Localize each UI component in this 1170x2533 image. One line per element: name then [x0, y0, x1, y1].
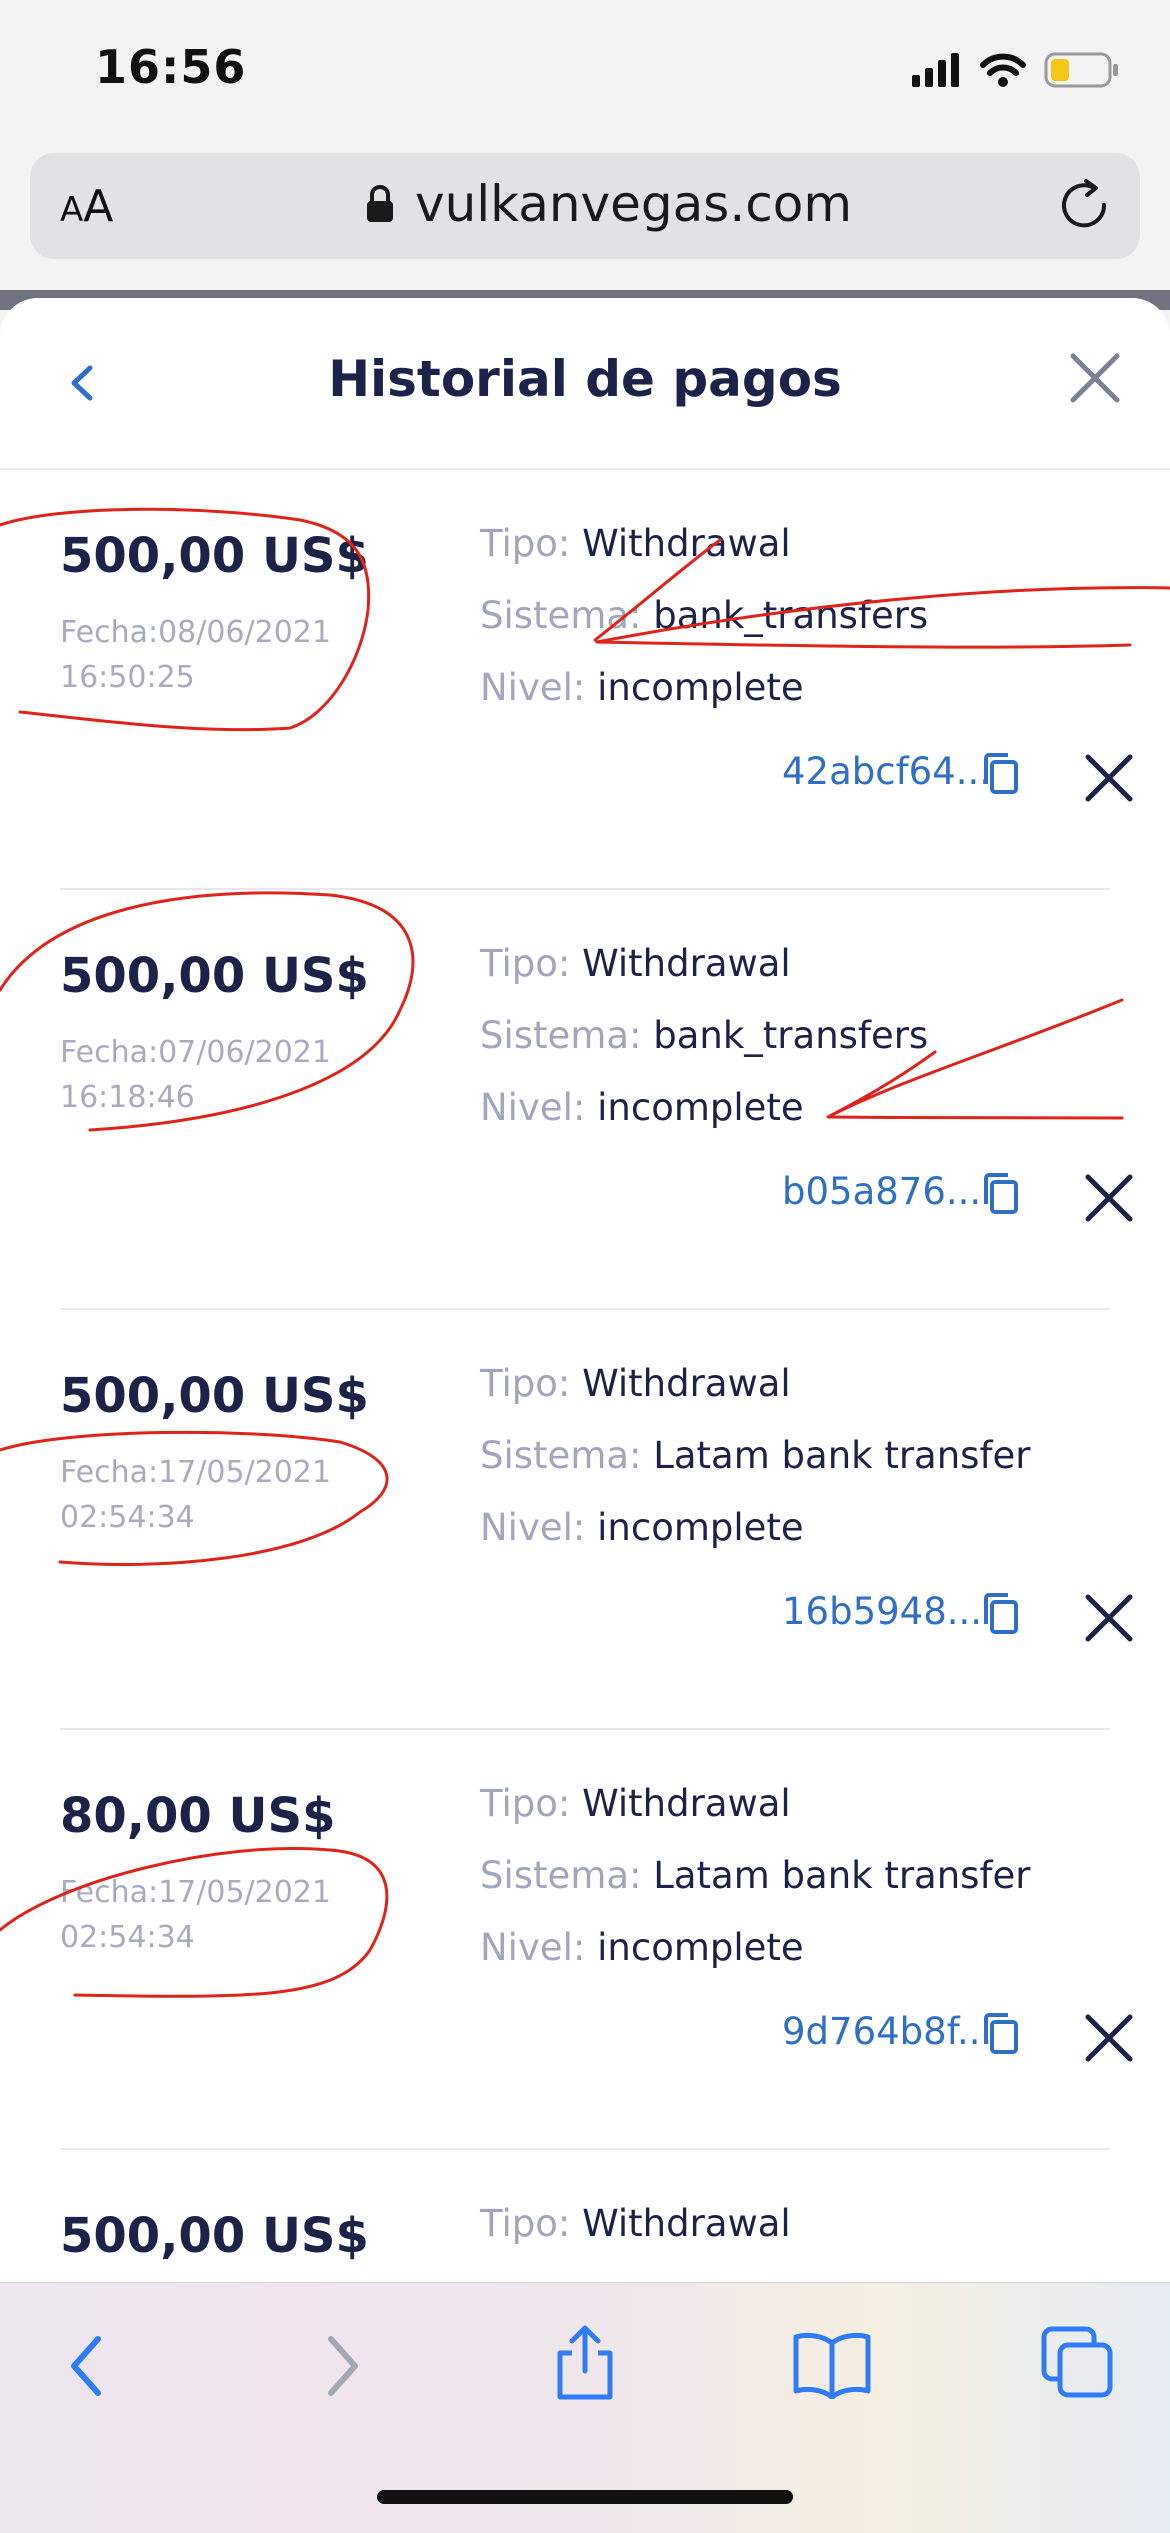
- text-size-button[interactable]: AA: [60, 181, 113, 232]
- type-label: Tipo:: [480, 942, 571, 985]
- payment-amount: 500,00 US$: [60, 1368, 369, 1424]
- system-label: Sistema:: [480, 1434, 642, 1477]
- level-label: Nivel:: [480, 666, 586, 709]
- home-indicator: [377, 2490, 793, 2504]
- system-value: Latam bank transfer: [653, 1854, 1031, 1897]
- url-text: vulkanvegas.com: [415, 175, 853, 233]
- status-icons: [912, 52, 1120, 88]
- payment-date: Fecha:08/06/2021 16:50:25: [60, 610, 360, 700]
- type-row: Tipo: Withdrawal: [480, 2202, 791, 2245]
- level-value: incomplete: [597, 1926, 804, 1969]
- page-title: Historial de pagos: [328, 350, 842, 408]
- share-icon[interactable]: [550, 2323, 620, 2403]
- payment-date: Fecha:17/05/2021 02:54:34: [60, 1450, 360, 1540]
- payment-amount: 500,00 US$: [60, 2208, 369, 2264]
- address-bar[interactable]: AA vulkanvegas.com: [30, 153, 1140, 259]
- system-row: Sistema: bank_transfers: [480, 1014, 928, 1057]
- system-value: bank_transfers: [653, 594, 929, 637]
- payment-item: 500,00 US$ Fecha:17/05/2021 02:54:34 Tipo…: [0, 1310, 1170, 1730]
- system-label: Sistema:: [480, 1854, 642, 1897]
- system-row: Sistema: Latam bank transfer: [480, 1854, 1030, 1897]
- type-value: Withdrawal: [582, 522, 791, 565]
- sheet-header: Historial de pagos: [0, 298, 1170, 470]
- cancel-x-icon[interactable]: [1083, 1172, 1135, 1224]
- type-label: Tipo:: [480, 522, 571, 565]
- system-label: Sistema:: [480, 594, 642, 637]
- type-label: Tipo:: [480, 1782, 571, 1825]
- type-row: Tipo: Withdrawal: [480, 1782, 791, 1825]
- back-arrow-icon[interactable]: [62, 2331, 114, 2401]
- reload-icon[interactable]: [1056, 177, 1112, 233]
- system-label: Sistema:: [480, 1014, 642, 1057]
- copy-icon[interactable]: [980, 1592, 1020, 1636]
- level-value: incomplete: [597, 1086, 804, 1129]
- url-display[interactable]: vulkanvegas.com: [365, 175, 852, 233]
- payment-date: Fecha:07/06/2021 16:18:46: [60, 1030, 360, 1120]
- text-size-large-label: A: [83, 181, 114, 232]
- transaction-id[interactable]: b05a876...: [782, 1170, 981, 1213]
- status-time: 16:56: [95, 40, 247, 94]
- system-value: Latam bank transfer: [653, 1434, 1031, 1477]
- level-row: Nivel: incomplete: [480, 666, 804, 709]
- type-row: Tipo: Withdrawal: [480, 522, 791, 565]
- level-label: Nivel:: [480, 1086, 586, 1129]
- system-row: Sistema: Latam bank transfer: [480, 1434, 1030, 1477]
- payment-item: 500,00 US$ Fecha:08/06/2021 16:50:25 Tipo…: [0, 470, 1170, 890]
- copy-icon[interactable]: [980, 2012, 1020, 2056]
- transaction-id[interactable]: 16b5948...: [782, 1590, 982, 1633]
- payment-amount: 80,00 US$: [60, 1788, 336, 1844]
- payment-time-text: 16:50:25: [60, 660, 195, 695]
- type-label: Tipo:: [480, 1362, 571, 1405]
- copy-icon[interactable]: [980, 752, 1020, 796]
- text-size-small-label: A: [60, 190, 84, 230]
- payment-item: 500,00 US$ Tipo: Withdrawal: [0, 2150, 1170, 2288]
- lock-icon: [367, 185, 393, 222]
- cancel-x-icon[interactable]: [1083, 752, 1135, 804]
- tabs-icon[interactable]: [1040, 2325, 1116, 2401]
- wifi-icon: [980, 53, 1026, 87]
- type-value: Withdrawal: [582, 942, 791, 985]
- payment-item: 500,00 US$ Fecha:07/06/2021 16:18:46 Tipo…: [0, 890, 1170, 1310]
- payment-item: 80,00 US$ Fecha:17/05/2021 02:54:34 Tipo:…: [0, 1730, 1170, 2150]
- transaction-id[interactable]: 42abcf64...: [782, 750, 991, 793]
- level-row: Nivel: incomplete: [480, 1926, 804, 1969]
- level-label: Nivel:: [480, 1926, 586, 1969]
- book-icon[interactable]: [792, 2329, 872, 2399]
- level-row: Nivel: incomplete: [480, 1506, 804, 1549]
- payment-date-text: Fecha:07/06/2021: [60, 1035, 331, 1070]
- system-value: bank_transfers: [653, 1014, 929, 1057]
- cancel-x-icon[interactable]: [1083, 2012, 1135, 2064]
- level-label: Nivel:: [480, 1506, 586, 1549]
- status-bar: 16:56: [0, 0, 1170, 150]
- type-row: Tipo: Withdrawal: [480, 942, 791, 985]
- level-row: Nivel: incomplete: [480, 1086, 804, 1129]
- payment-history-sheet: Historial de pagos 500,00 US$ Fecha:08/0…: [0, 298, 1170, 2288]
- forward-arrow-icon[interactable]: [315, 2331, 367, 2401]
- type-value: Withdrawal: [582, 1782, 791, 1825]
- signal-icon: [912, 53, 959, 87]
- payment-date-text: Fecha:08/06/2021: [60, 615, 331, 650]
- type-row: Tipo: Withdrawal: [480, 1362, 791, 1405]
- payment-date-text: Fecha:17/05/2021: [60, 1875, 331, 1910]
- payment-time-text: 02:54:34: [60, 1500, 195, 1535]
- system-row: Sistema: bank_transfers: [480, 594, 928, 637]
- type-value: Withdrawal: [582, 1362, 791, 1405]
- level-value: incomplete: [597, 666, 804, 709]
- level-value: incomplete: [597, 1506, 804, 1549]
- payment-time-text: 16:18:46: [60, 1080, 195, 1115]
- type-label: Tipo:: [480, 2202, 571, 2245]
- battery-icon: [1044, 52, 1118, 88]
- copy-icon[interactable]: [980, 1172, 1020, 1216]
- transaction-id[interactable]: 9d764b8f...: [782, 2010, 992, 2053]
- cancel-x-icon[interactable]: [1083, 1592, 1135, 1644]
- type-value: Withdrawal: [582, 2202, 791, 2245]
- close-icon[interactable]: [1065, 348, 1125, 408]
- payment-amount: 500,00 US$: [60, 948, 369, 1004]
- payment-date-text: Fecha:17/05/2021: [60, 1455, 331, 1490]
- payment-amount: 500,00 US$: [60, 528, 369, 584]
- payment-date: Fecha:17/05/2021 02:54:34: [60, 1870, 360, 1960]
- payment-time-text: 02:54:34: [60, 1920, 195, 1955]
